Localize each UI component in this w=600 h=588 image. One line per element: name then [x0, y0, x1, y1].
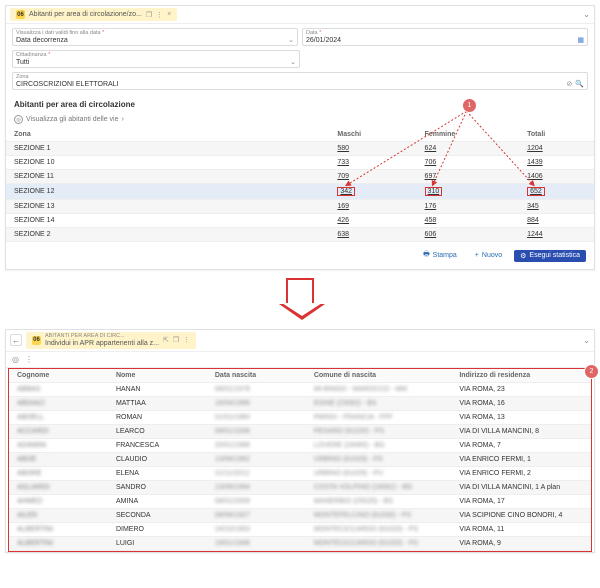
nuovo-button[interactable]: +Nuovo: [469, 250, 508, 261]
stampa-button[interactable]: 🖶Stampa: [417, 248, 463, 263]
plus-icon: +: [475, 252, 479, 259]
tab-bar-2: ← 06 ABITANTI PER AREA DI CIRC... Indivi…: [6, 330, 594, 352]
tab-individui[interactable]: 06 ABITANTI PER AREA DI CIRC... Individu…: [26, 332, 196, 349]
search-icon[interactable]: 🔍: [575, 81, 584, 88]
col-maschi: Maschi: [329, 128, 416, 142]
table-row[interactable]: SEZIONE 13169176345: [6, 200, 594, 214]
panel-individui: ← 06 ABITANTI PER AREA DI CIRC... Indivi…: [5, 329, 595, 553]
pin-icon[interactable]: ⇱: [163, 336, 169, 344]
col-indirizzo: Indirizzo di residenza: [451, 369, 591, 383]
eye-icon: ◎: [14, 115, 23, 124]
grid-toolbar: ◎ ⋮: [6, 352, 594, 368]
panel-abitanti: 06 Abitanti per area di circolazione/zo.…: [5, 5, 595, 270]
close-icon[interactable]: ×: [167, 11, 171, 18]
table-row[interactable]: SEZIONE 12342310652: [6, 184, 594, 200]
tab-abitanti[interactable]: 06 Abitanti per area di circolazione/zo.…: [10, 8, 177, 21]
more-icon[interactable]: ⋮: [25, 355, 33, 364]
table-row[interactable]: ABOELLROMAN01/01/1960PARIGI - FRANCIA - …: [9, 410, 591, 424]
back-button[interactable]: ←: [10, 334, 22, 346]
view-icon[interactable]: ◎: [12, 355, 19, 364]
table-row[interactable]: ACCARDILEARCO09/01/1936PESARO (61100) - …: [9, 424, 591, 438]
col-comune-nascita: Comune di nascita: [306, 369, 452, 383]
more-icon[interactable]: ⋮: [156, 11, 163, 19]
table-row[interactable]: AGLIARDISANDRO13/06/1994COSTA VOLPINO (2…: [9, 480, 591, 494]
chevron-down-icon[interactable]: ⌄: [583, 336, 590, 345]
chevron-down-icon: ⌄: [288, 36, 294, 44]
drill-toggle[interactable]: ◎ Visualizza gli abitanti delle vie ›: [6, 115, 594, 128]
annotation-badge-1: 1: [463, 99, 476, 112]
filters-row1: Visualizza i dati validi fino alla data …: [6, 24, 594, 46]
chevron-right-icon: ›: [121, 116, 123, 123]
col-nome: Nome: [108, 369, 207, 383]
section-title: Abitanti per area di circolazione: [6, 94, 594, 115]
actions-bar: 🖶Stampa +Nuovo ⚙Esegui statistica: [6, 242, 594, 269]
table-row[interactable]: SEZIONE 14426458884: [6, 214, 594, 228]
calendar-icon[interactable]: ▦: [577, 36, 584, 44]
col-femmine: Femmine: [417, 128, 520, 142]
gear-icon: ⚙: [520, 252, 526, 260]
col-cognome: Cognome: [9, 369, 108, 383]
more-icon[interactable]: ⋮: [183, 336, 190, 344]
table-row[interactable]: ADAMINIFRANCESCA20/01/1986LOVERE (24065)…: [9, 438, 591, 452]
table-row[interactable]: SEZIONE 26386061244: [6, 228, 594, 242]
tab-bar: 06 Abitanti per area di circolazione/zo.…: [6, 6, 594, 24]
tab-title: Individui in APR appartenenti alla z...: [45, 340, 159, 347]
table-row[interactable]: SEZIONE 107337061439: [6, 156, 594, 170]
tab-icon: 06: [16, 10, 25, 19]
individuals-table-wrap: Cognome Nome Data nascita Comune di nasc…: [8, 368, 592, 552]
duplicate-icon[interactable]: ❐: [146, 11, 152, 19]
table-row[interactable]: SEZIONE 117096971406: [6, 170, 594, 184]
table-row[interactable]: ALBERTINILUIGI19/01/1946MONTECICCARDO (6…: [9, 536, 591, 550]
table-row[interactable]: SEZIONE 15806241204: [6, 142, 594, 156]
cittadinanza-field[interactable]: Cittadinanza * Tutti⌄: [12, 50, 300, 68]
flow-arrow: [0, 270, 600, 324]
table-row[interactable]: ABOECLAUDIO13/06/1962URBINO (61029) - PS…: [9, 452, 591, 466]
date-mode-field[interactable]: Visualizza i dati validi fino alla data …: [12, 28, 298, 46]
col-totali: Totali: [519, 128, 594, 142]
zona-field[interactable]: Zona CIRCOSCRIZIONI ELETTORALI⊘🔍: [12, 72, 588, 90]
table-row[interactable]: AHMEDAMINA08/01/2009MANERBIO (25025) - B…: [9, 494, 591, 508]
filters-row2: Cittadinanza * Tutti⌄ Zona CIRCOSCRIZION…: [6, 50, 594, 94]
table-row[interactable]: AILERSECONDA08/06/1927MONTEFELCINO (6103…: [9, 508, 591, 522]
zones-table: Zona Maschi Femmine Totali SEZIONE 15806…: [6, 128, 594, 242]
col-zona: Zona: [6, 128, 329, 142]
duplicate-icon[interactable]: ❐: [173, 336, 179, 344]
table-row[interactable]: ABBASHANAN06/01/1978MI-BINGO - MAROCCO -…: [9, 382, 591, 396]
chevron-down-icon[interactable]: ⌄: [583, 10, 590, 19]
esegui-button[interactable]: ⚙Esegui statistica: [514, 250, 586, 262]
chevron-down-icon: ⌄: [290, 58, 296, 66]
clear-icon[interactable]: ⊘: [566, 81, 572, 88]
table-row[interactable]: ABOREELENA21/11/2012URBINO (61029) - PUV…: [9, 466, 591, 480]
annotation-badge-2: 2: [585, 365, 598, 378]
individuals-table: Cognome Nome Data nascita Comune di nasc…: [9, 369, 591, 551]
table-row[interactable]: ABDIACIMATTIAA16/04/1996ESINE (23082) - …: [9, 396, 591, 410]
date-field[interactable]: Data * 26/01/2024▦: [302, 28, 588, 46]
tab-icon: 06: [32, 336, 41, 345]
tab-title: Abitanti per area di circolazione/zo...: [29, 11, 142, 18]
col-data-nascita: Data nascita: [207, 369, 306, 383]
table-row[interactable]: ALBERTINIDIMERO24/10/1953MONTECICCARDO (…: [9, 522, 591, 536]
print-icon: 🖶: [423, 250, 430, 261]
